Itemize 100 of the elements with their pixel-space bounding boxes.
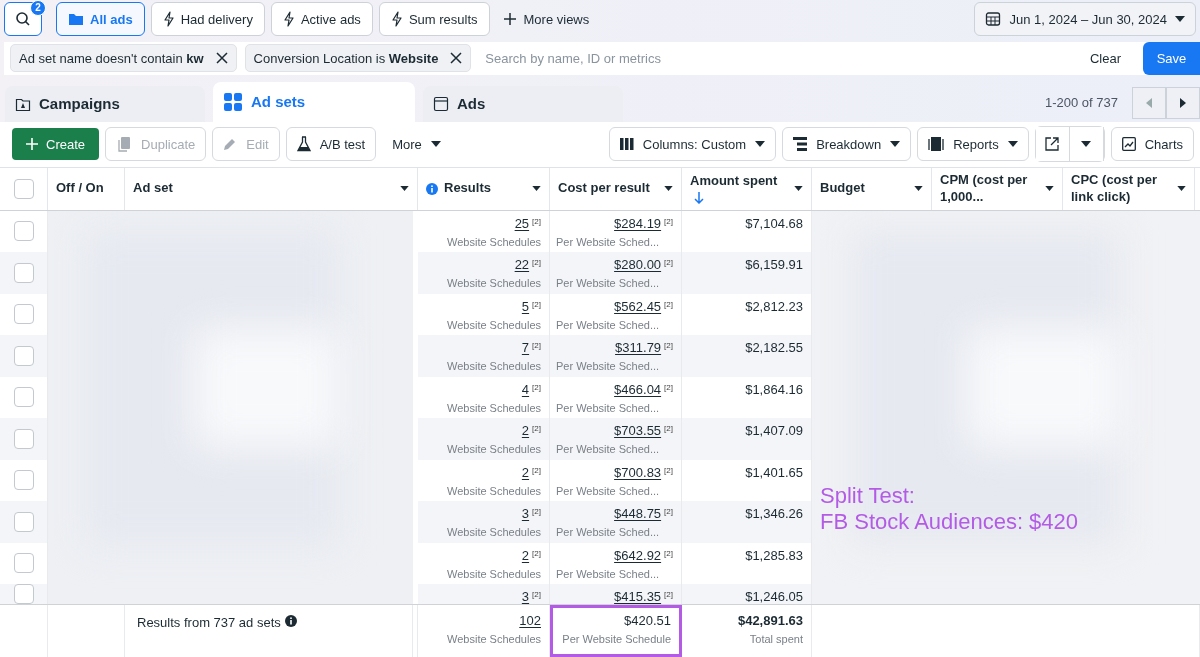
view-button[interactable]: All ads	[56, 2, 145, 37]
view-button[interactable]: Had delivery	[150, 2, 265, 37]
row-checkbox[interactable]	[13, 511, 34, 532]
cost-value[interactable]: $700.83	[614, 464, 662, 480]
amount-spent: $1,401.65	[745, 464, 803, 480]
cost-value[interactable]: $466.04	[614, 381, 662, 397]
cost-value[interactable]: $280.00	[614, 257, 662, 272]
column-header[interactable]: Off / On	[48, 167, 125, 210]
column-header[interactable]: Ad set	[125, 167, 418, 210]
results-value[interactable]: 4	[521, 381, 530, 397]
columns-button[interactable]: Columns: Custom	[608, 127, 777, 162]
results-value[interactable]: 3	[521, 506, 530, 521]
column-header[interactable]: CPC (cost per link click)	[1063, 167, 1195, 210]
level-tab[interactable]: Ads	[423, 85, 623, 122]
result-type: Website Schedules	[447, 633, 541, 645]
close-icon[interactable]	[450, 52, 463, 65]
info-icon	[284, 615, 297, 627]
plus-icon	[26, 138, 38, 151]
export-button[interactable]	[1035, 127, 1070, 162]
result-type: Website Schedules	[447, 318, 541, 331]
row-checkbox[interactable]	[13, 553, 34, 574]
save-button[interactable]: Save	[1143, 41, 1200, 75]
filter-chip[interactable]: Ad set name doesn't contain kw	[10, 44, 237, 73]
close-icon[interactable]	[215, 52, 228, 65]
row-checkbox[interactable]	[13, 221, 34, 242]
footnote-mark: [2]	[532, 258, 541, 267]
cost-value[interactable]: $562.45	[614, 298, 662, 314]
annotation-text: FB Stock Audiences: $420	[820, 508, 1079, 536]
results-value[interactable]: 3	[521, 589, 530, 604]
view-button[interactable]: Active ads	[270, 2, 373, 37]
row-checkbox[interactable]	[13, 262, 34, 283]
results-value[interactable]: 2	[521, 464, 530, 480]
select-all-checkbox[interactable]	[13, 178, 34, 199]
footnote-mark: [2]	[664, 507, 673, 516]
caret-icon	[755, 141, 766, 148]
results-value[interactable]: 2	[521, 423, 530, 438]
footnote-mark: [2]	[532, 341, 541, 350]
cost-value[interactable]: $642.92	[614, 547, 662, 563]
result-type: Website Schedules	[447, 235, 541, 248]
cost-value[interactable]: $311.79	[615, 340, 662, 355]
cost-type: Per Website Sched...	[556, 484, 660, 497]
create-button[interactable]: Create	[12, 128, 100, 161]
folder-icon	[68, 12, 84, 27]
cost-type: Per Website Sched...	[556, 567, 660, 580]
result-type: Website Schedules	[447, 360, 541, 372]
caret-icon	[914, 186, 923, 191]
caret-right-icon	[1180, 97, 1186, 108]
column-header[interactable]: Amount spent	[682, 167, 812, 210]
results-value[interactable]: 25	[514, 215, 530, 231]
ab-test-button[interactable]: A/B test	[285, 127, 377, 162]
cost-value[interactable]: $448.75	[614, 506, 662, 521]
breakdown-icon	[793, 137, 808, 152]
amount-spent: $1,407.09	[745, 423, 803, 438]
row-checkbox[interactable]	[13, 470, 34, 491]
column-header[interactable]: Budget	[812, 167, 932, 210]
level-tab[interactable]: Campaigns	[5, 85, 205, 122]
cost-value[interactable]: $703.55	[614, 423, 662, 438]
cost-type: Per Website Schedule	[562, 633, 671, 645]
results-value[interactable]: 22	[514, 257, 530, 272]
caret-left-icon	[1146, 97, 1152, 108]
footnote-mark: [2]	[532, 216, 541, 226]
cost-value[interactable]: $284.19	[614, 215, 662, 231]
footnote-mark: [2]	[664, 548, 673, 558]
charts-button[interactable]: Charts	[1110, 127, 1194, 162]
row-checkbox[interactable]	[13, 428, 34, 449]
cost-value[interactable]: $415.35	[614, 589, 662, 604]
results-value[interactable]: 7	[521, 340, 530, 355]
amount-spent: $6,159.91	[745, 257, 803, 272]
result-type: Website Schedules	[447, 484, 541, 497]
footnote-mark: [2]	[532, 590, 541, 599]
more-views-button[interactable]: More views	[495, 11, 598, 27]
results-value[interactable]: 2	[521, 547, 530, 563]
amount-spent: $1,246.05	[745, 589, 803, 604]
clear-button[interactable]: Clear	[1075, 50, 1135, 66]
breakdown-button[interactable]: Breakdown	[782, 127, 912, 162]
row-checkbox[interactable]	[13, 304, 34, 325]
caret-icon	[664, 186, 673, 191]
annotation-text: Split Test:	[820, 482, 916, 509]
view-button[interactable]: Sum results	[378, 2, 490, 37]
date-range-button[interactable]: Jun 1, 2024 – Jun 30, 2024	[974, 2, 1196, 37]
column-header[interactable]: Cost per result	[550, 167, 682, 210]
filter-chip[interactable]: Conversion Location is Website	[244, 44, 472, 73]
row-checkbox[interactable]	[13, 345, 34, 366]
next-page-button[interactable]	[1166, 86, 1200, 119]
sort-arrow-icon	[694, 191, 704, 204]
level-tab[interactable]: Ad sets	[213, 81, 415, 122]
column-header[interactable]: CPM (cost per 1,000...	[932, 167, 1063, 210]
reports-button[interactable]: Reports	[917, 127, 1029, 162]
results-total[interactable]: 102	[519, 613, 541, 628]
results-value[interactable]: 5	[521, 298, 530, 314]
info-icon	[426, 182, 438, 195]
footnote-mark: [2]	[532, 424, 541, 433]
search-field[interactable]: Search by name, ID or metrics	[479, 50, 1068, 66]
row-checkbox[interactable]	[13, 387, 34, 408]
footnote-mark: [2]	[664, 258, 673, 267]
cost-type: Per Website Sched...	[556, 235, 660, 248]
row-checkbox[interactable]	[13, 584, 34, 604]
caret-icon	[1007, 141, 1018, 148]
amount-spent: $2,182.55	[745, 340, 803, 355]
column-header[interactable]: Results	[418, 167, 550, 210]
